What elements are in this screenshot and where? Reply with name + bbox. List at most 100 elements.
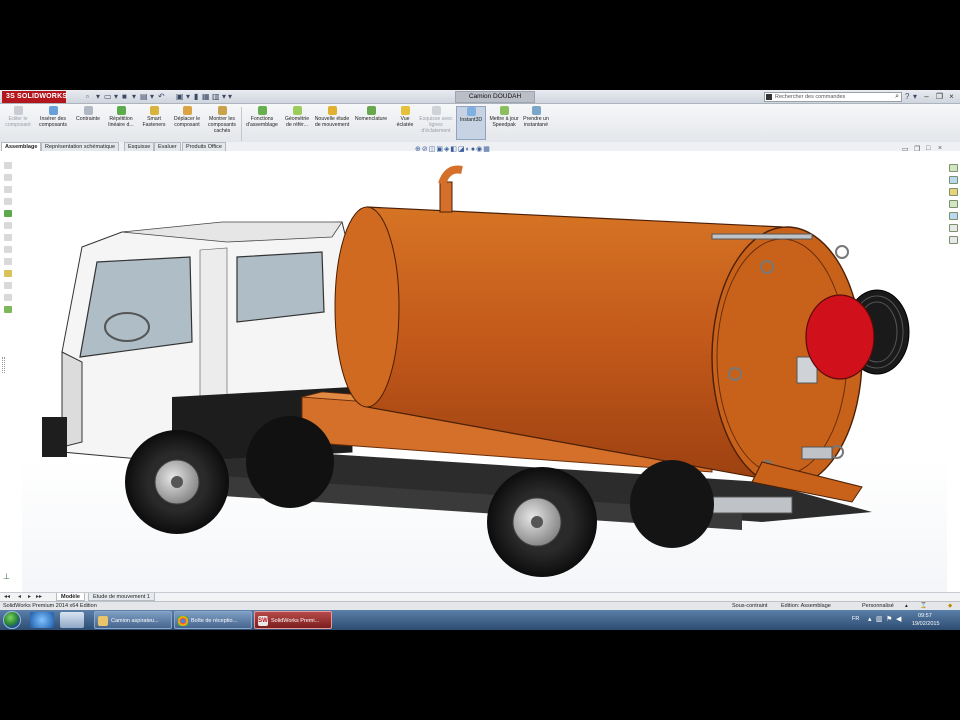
insert-components-button[interactable]: Insérer des composants [35, 106, 71, 128]
tab-evaluate[interactable]: Evaluer [154, 142, 181, 151]
internet-explorer-icon[interactable] [30, 612, 54, 628]
dim-expert-icon[interactable] [4, 198, 12, 205]
new-motion-study-button[interactable]: Nouvelle étude de mouvement [314, 106, 350, 128]
design-library-icon[interactable] [949, 176, 958, 184]
view-palette-icon[interactable] [949, 200, 958, 208]
solidworks-logo[interactable]: 3S SOLIDWORKS [2, 91, 67, 103]
tab-scroll-last-icon[interactable]: ▸▸ [36, 593, 42, 600]
search-scope-icon[interactable] [766, 94, 772, 100]
appearances-icon[interactable] [949, 212, 958, 220]
tab-scroll-first-icon[interactable]: ◂◂ [4, 593, 10, 600]
clock-time[interactable]: 09:57 [918, 613, 932, 619]
rebuild-status-icon[interactable]: ⌛ [920, 602, 927, 610]
assembly-features-button[interactable]: Fonctions d'assemblage [243, 106, 281, 128]
forum-icon[interactable] [949, 236, 958, 244]
exploded-view-button[interactable]: Vue éclatée [392, 106, 418, 128]
close-icon[interactable]: × [947, 92, 956, 102]
open-folder-icon[interactable]: ▭ [104, 92, 112, 102]
component-icon[interactable] [4, 294, 12, 301]
custom-properties-icon[interactable] [949, 224, 958, 232]
dropdown-icon[interactable]: ▾ [150, 92, 154, 102]
component-icon[interactable] [4, 246, 12, 253]
volume-icon[interactable]: ◀ [896, 615, 901, 623]
feature-manager-collapsed: ⊥ [0, 152, 22, 630]
network-icon[interactable]: ▥ [876, 615, 883, 623]
taskbar-item-solidworks[interactable]: SW SolidWorks Premi... [254, 611, 332, 629]
take-snapshot-button[interactable]: Prendre un instantané [520, 106, 552, 128]
hose-reel[interactable] [805, 289, 910, 380]
new-file-icon[interactable]: ▫ [86, 92, 89, 102]
select-icon[interactable]: ▣ [176, 92, 184, 102]
tab-scroll-prev-icon[interactable]: ◂ [18, 593, 21, 600]
dropdown-icon[interactable]: ▾ [114, 92, 118, 102]
language-indicator[interactable]: FR [852, 616, 859, 622]
configuration-icon[interactable] [4, 186, 12, 193]
tab-sketch[interactable]: Esquisse [124, 142, 155, 151]
feature-tree-icon[interactable] [4, 162, 12, 169]
taskbar-item-folder[interactable]: Camion aspirateu... [94, 611, 172, 629]
rear-wheel-outer[interactable] [487, 467, 597, 577]
dropdown-icon[interactable]: ▾ [222, 92, 226, 102]
search-commands-input[interactable]: Rechercher des commandes ⌕ [764, 92, 902, 102]
minimize-icon[interactable]: – [922, 92, 931, 102]
front-wheel[interactable] [125, 430, 229, 534]
dropdown-icon[interactable]: ▾ [132, 92, 136, 102]
flag-icon[interactable]: ⚑ [886, 615, 892, 623]
save-icon[interactable]: ■ [122, 92, 127, 102]
dropdown-icon[interactable]: ▾ [96, 92, 100, 102]
bill-of-materials-button[interactable]: Nomenclature [352, 106, 390, 122]
resources-icon[interactable] [949, 164, 958, 172]
edit-component-button[interactable]: Editer le composant [2, 106, 34, 128]
linear-pattern-button[interactable]: Répétition linéaire d... [104, 106, 138, 128]
graphics-area[interactable] [22, 152, 947, 630]
windows-explorer-icon[interactable] [60, 612, 84, 628]
show-hidden-components-button[interactable]: Montrer les composants cachés [204, 106, 240, 134]
reference-geometry-button[interactable]: Géométrie de référ... [282, 106, 312, 128]
truck-3d-model[interactable] [22, 152, 947, 592]
instant3d-button[interactable]: Instant3D [456, 106, 486, 140]
explode-line-sketch-button[interactable]: Esquisse avec lignes d'éclatement [418, 106, 454, 134]
viewport-close-icon[interactable]: × [938, 145, 942, 152]
file-explorer-icon[interactable] [949, 188, 958, 196]
tab-schematic[interactable]: Représentation schématique [41, 142, 120, 151]
tab-scroll-next-icon[interactable]: ▸ [28, 593, 31, 600]
rear-wheel-inner[interactable] [630, 460, 714, 548]
restore-icon[interactable]: ❐ [935, 92, 944, 102]
help-icon[interactable]: ? [905, 92, 909, 102]
clock-date[interactable]: 19/02/2015 [912, 621, 940, 627]
assembly-icon[interactable] [4, 210, 12, 217]
smart-fasteners-button[interactable]: Smart Fasteners [138, 106, 170, 128]
tab-office-products[interactable]: Produits Office [182, 142, 226, 151]
taskbar-item-chrome[interactable]: Boîte de réceptio... [174, 611, 252, 629]
rebuild-icon[interactable]: ▮ [194, 92, 198, 102]
tab-motion-study[interactable]: Etude de mouvement 1 [88, 593, 155, 601]
file-properties-icon[interactable]: ▦ [202, 92, 210, 102]
dropdown-icon[interactable]: ▾ [913, 92, 917, 102]
tab-model[interactable]: Modèle [56, 593, 85, 601]
mate-button[interactable]: Contrainte [72, 106, 104, 122]
property-manager-icon[interactable] [4, 174, 12, 181]
units-selector[interactable]: Personnalisé [862, 602, 894, 610]
sketch-icon[interactable] [4, 270, 12, 277]
update-speedpak-button[interactable]: Mettre à jour Speedpak [488, 106, 520, 128]
tray-expand-icon[interactable]: ▴ [868, 615, 872, 623]
component-icon[interactable] [4, 282, 12, 289]
component-icon[interactable] [4, 258, 12, 265]
start-button-icon[interactable] [3, 611, 21, 629]
options-icon[interactable]: ▥ [212, 92, 220, 102]
dropdown-icon[interactable]: ▾ [186, 92, 190, 102]
print-icon[interactable]: ▤ [140, 92, 148, 102]
mates-icon[interactable] [4, 306, 12, 313]
front-wheel-inner[interactable] [246, 416, 334, 508]
search-icon[interactable]: ⌕ [895, 93, 899, 101]
component-icon[interactable] [4, 222, 12, 229]
units-dropdown-icon[interactable]: ▴ [905, 602, 908, 610]
panel-splitter[interactable] [2, 357, 5, 373]
move-component-button[interactable]: Déplacer le composant [170, 106, 204, 128]
undo-icon[interactable]: ↶ [158, 92, 165, 102]
tab-assembly[interactable]: Assemblage [1, 142, 42, 151]
notification-icon[interactable]: ◆ [948, 602, 952, 610]
viewport-maximize-icon[interactable]: □ [926, 145, 930, 152]
component-icon[interactable] [4, 234, 12, 241]
dropdown-icon[interactable]: ▾ [228, 92, 232, 102]
